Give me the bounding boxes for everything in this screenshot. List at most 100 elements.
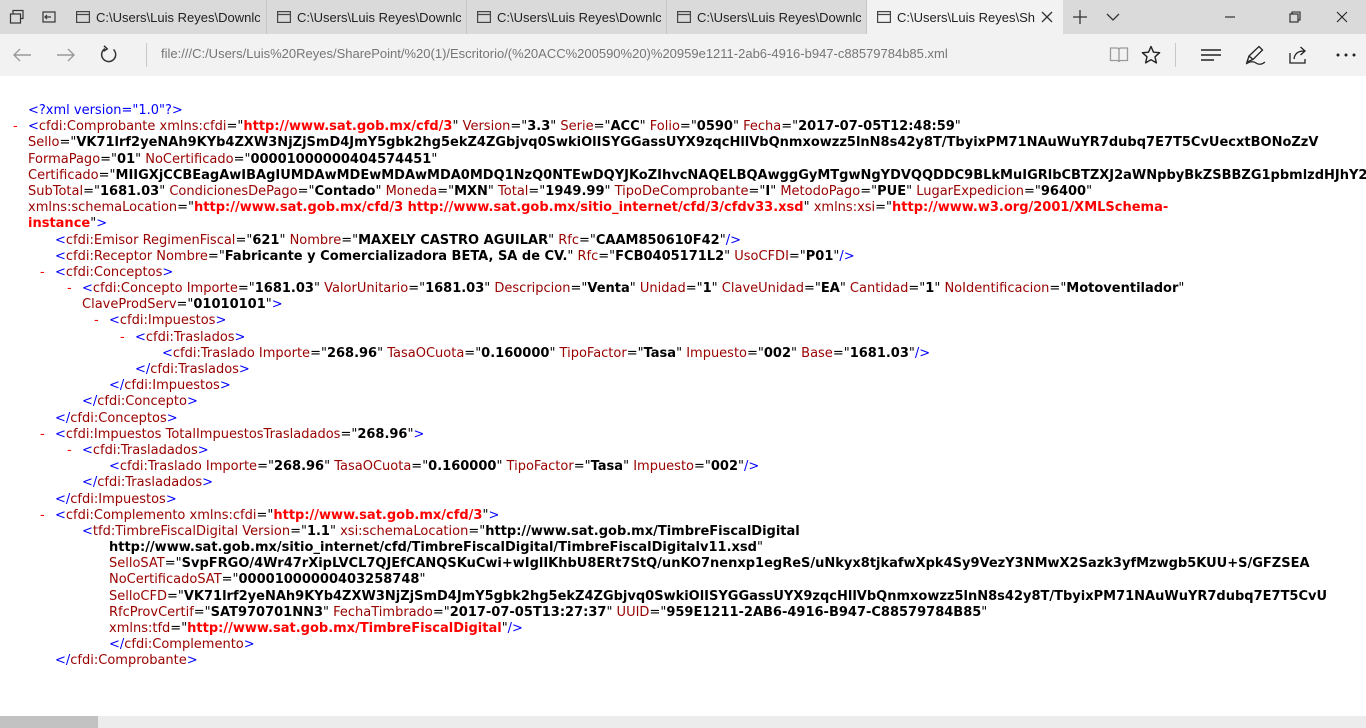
xml-token: cfdi:Traslados [150,362,239,377]
close-tab-button[interactable] [1035,0,1059,34]
xml-token: 1.1 [306,523,330,539]
xml-token: 959E1211-2AB6-4916-B947-C88579784B85 [666,604,982,620]
xml-token: =" [464,345,482,361]
xml-token: =" [685,281,703,297]
xml-token: ACC [610,119,640,135]
xml-token: Importe [182,281,238,297]
xml-token: cfdi:Impuestos [119,313,216,329]
xml-token: < [55,426,66,442]
xml-token: =" [221,572,239,588]
xml-token: Importe [201,459,258,475]
collapse-toggle[interactable]: - [67,443,72,459]
share-button[interactable] [1279,38,1319,72]
web-note-button[interactable] [1235,38,1275,72]
xml-line: <cfdi:Traslado Importe="268.96" TasaOCuo… [0,346,1366,362]
xml-token: 1681.03 [254,281,314,297]
star-icon [1141,45,1161,64]
xml-line-text: <cfdi:Receptor Nombre="Fabricante y Come… [55,249,855,265]
xml-token: > [162,264,174,280]
tab-list-button[interactable] [1096,0,1130,34]
favorites-button[interactable] [1131,38,1171,72]
xml-token: </ [82,475,98,491]
horizontal-scrollbar[interactable] [0,716,1366,728]
xml-token: =" [340,426,358,442]
tab-2[interactable]: C:\Users\Luis Reyes\Downlc [267,0,467,34]
collapse-toggle[interactable]: - [40,265,45,281]
new-tab-button[interactable] [1063,0,1097,34]
tab-1[interactable]: C:\Users\Luis Reyes\Downlc [66,0,267,34]
xml-token: </ [109,637,125,653]
xml-token: SubTotal [28,183,84,199]
xml-token: =" [781,119,799,135]
scrollbar-thumb[interactable] [0,716,98,728]
xml-token: http://www.sat.gob.mx/cfd/3 [243,119,453,135]
xml-token: Folio [645,119,680,135]
xml-token: > [166,410,178,426]
xml-line: <?xml version="1.0"?> [0,103,1366,119]
collapse-toggle[interactable]: - [67,281,72,297]
xml-line: <cfdi:Traslado Importe="268.96" TasaOCuo… [0,459,1366,475]
tab-title: C:\Users\Luis Reyes\Downlc [297,9,461,25]
pen-icon [1245,45,1266,65]
xml-token: </ [55,653,71,669]
ellipsis-icon [1336,53,1356,57]
xml-token: " [431,151,438,167]
xml-line-text: </cfdi:Impuestos> [109,378,231,394]
set-aside-tabs-button[interactable] [32,0,66,34]
xml-token: cfdi:Complemento [124,637,244,653]
xml-line: - <cfdi:Traslados> [0,330,1366,346]
collapse-toggle[interactable]: - [40,508,45,524]
back-button[interactable] [2,38,42,72]
xml-token: Base [797,345,833,361]
hub-lines-icon [1201,49,1221,61]
xml-token: /> [914,345,931,361]
xml-token: UsoCFDI [730,248,789,264]
collapse-toggle[interactable]: - [40,427,45,443]
tab-5-active[interactable]: C:\Users\Luis Reyes\Sha [867,0,1063,34]
close-window-button[interactable] [1318,0,1366,34]
xml-line: SubTotal="1681.03" CondicionesDePago="Co… [0,184,1366,200]
xml-token: Serie [556,119,594,135]
xml-token: EA [820,281,840,297]
tab-4[interactable]: C:\Users\Luis Reyes\Downlc [667,0,867,34]
tab-manager-button[interactable] [0,0,34,34]
xml-token: tfd:TimbreFiscalDigital [92,523,239,539]
more-button[interactable] [1326,38,1366,72]
collapse-toggle[interactable]: - [120,330,125,346]
xml-token: LugarExpedicion [912,183,1024,199]
tab-page-icon [871,0,897,34]
xml-token: =" [226,119,244,135]
tab-title: C:\Users\Luis Reyes\Downlc [497,9,661,25]
xml-token: Certificado [28,167,99,183]
restore-button[interactable] [1270,0,1320,34]
xml-line: SelloSAT="SvpFRGO/4Wr47rXipLVCL7QJEfCANQ… [0,556,1366,572]
xml-token: Impuesto [629,459,695,475]
xml-token: FechaTimbrado [329,604,433,620]
xml-line-text: <cfdi:Complemento xmlns:cfdi="http://www… [55,508,499,524]
xml-token: > [186,653,198,669]
collapse-toggle[interactable]: - [94,313,99,329]
xml-token: Fecha [738,119,782,135]
xml-token: Rfc [573,248,599,264]
xml-token: =" [176,297,194,313]
xml-line-text: <cfdi:Conceptos> [55,265,173,281]
tab-3[interactable]: C:\Users\Luis Reyes\Downlc [467,0,667,34]
collapse-toggle[interactable]: - [13,119,18,135]
xml-token: http://www.sat.gob.mx/cfd/3 http://www.s… [194,200,804,216]
xml-token: TasaOCuota [330,459,412,475]
book-icon [1109,47,1129,63]
xml-token: < [162,345,173,361]
xml-line: xmlns:tfd="http://www.sat.gob.mx/TimbreF… [0,621,1366,637]
xml-token: Contado [314,183,376,199]
hub-button[interactable] [1191,38,1231,72]
minimize-button[interactable] [1205,0,1255,34]
forward-button[interactable] [46,38,86,72]
xml-token: ClaveUnidad [717,281,804,297]
xml-line: xmlns:schemaLocation="http://www.sat.gob… [0,200,1366,216]
address-url[interactable]: file:///C:/Users/Luis%20Reyes/SharePoint… [161,46,948,61]
xml-token: =" [98,167,116,183]
refresh-button[interactable] [89,38,129,72]
xml-token: =" [593,119,611,135]
xml-line: - <cfdi:Trasladados> [0,443,1366,459]
xml-token: > [197,442,209,458]
